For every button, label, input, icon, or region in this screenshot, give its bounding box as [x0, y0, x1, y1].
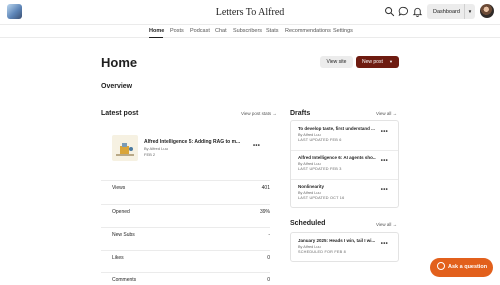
stat-value: 401: [261, 185, 270, 191]
caret-down-icon: ▼: [389, 59, 393, 64]
tab-settings[interactable]: Settings: [333, 28, 353, 34]
tab-chat[interactable]: Chat: [215, 28, 227, 34]
ask-question-button[interactable]: Ask a question: [430, 258, 493, 277]
draft-author: By Alfred Luu: [298, 162, 321, 166]
draft-updated: LAST UPDATED OCT 16: [298, 196, 345, 200]
draft-item[interactable]: To develop taste, first understand ... B…: [291, 122, 398, 150]
search-icon[interactable]: [384, 6, 395, 17]
stat-label: Comments: [112, 277, 137, 283]
drafts-card: To develop taste, first understand ... B…: [290, 120, 399, 208]
scheduled-card: January 2025: Heads I win, tail I wi... …: [290, 232, 399, 262]
page-title: Home: [101, 55, 138, 70]
chat-bubble-icon[interactable]: [398, 6, 409, 17]
more-options-icon[interactable]: •••: [253, 143, 260, 149]
stat-value: 39%: [259, 209, 270, 215]
publication-title[interactable]: Letters To Alfred: [0, 7, 500, 18]
stat-row: Likes 0: [101, 250, 270, 263]
draft-updated: LAST UPDATED FEB 3: [298, 167, 342, 171]
drafts-heading: Drafts: [290, 110, 311, 117]
stat-label: Likes: [112, 255, 124, 261]
view-post-stats-link[interactable]: View post stats →: [241, 111, 277, 116]
view-site-button[interactable]: View site: [320, 56, 353, 68]
draft-title: Nonlinearity: [298, 184, 325, 189]
tab-recommendations[interactable]: Recommendations: [285, 28, 331, 34]
tab-subscribers[interactable]: Subscribers: [233, 28, 262, 34]
active-tab-indicator: [149, 37, 163, 38]
tab-posts[interactable]: Posts: [170, 28, 184, 34]
scheduled-heading: Scheduled: [290, 220, 326, 227]
stat-label: Opened: [112, 209, 130, 215]
ask-question-label: Ask a question: [448, 264, 488, 270]
draft-item[interactable]: Alfred Intelligence 6: AI agents sho... …: [291, 151, 398, 179]
post-thumbnail: [112, 135, 138, 161]
dashboard-label: Dashboard: [433, 8, 460, 15]
bell-icon[interactable]: [412, 6, 423, 17]
draft-updated: LAST UPDATED FEB 6: [298, 138, 342, 142]
scheduled-view-all-link[interactable]: View all →: [376, 222, 397, 227]
latest-post-card[interactable]: Alfred Intelligence 5: Adding RAG to m..…: [112, 135, 270, 165]
more-options-icon[interactable]: •••: [381, 187, 388, 193]
more-options-icon[interactable]: •••: [381, 241, 388, 247]
new-post-button[interactable]: New post ▼: [356, 56, 399, 68]
stat-row: Opened 39%: [101, 204, 270, 217]
stat-row: Views 401: [101, 180, 270, 193]
main-nav: Home Posts Podcast Chat Subscribers Stat…: [0, 24, 500, 38]
post-author: By Alfred Luu: [144, 146, 168, 151]
tab-home[interactable]: Home: [149, 28, 164, 34]
scheduled-title: January 2025: Heads I win, tail I wi...: [298, 238, 376, 243]
caret-down-icon: ▼: [467, 9, 473, 14]
draft-title: Alfred Intelligence 6: AI agents sho...: [298, 155, 376, 160]
new-post-label: New post: [362, 59, 383, 65]
stat-row: Comments 0: [101, 272, 270, 285]
dashboard-dropdown[interactable]: Dashboard ▼: [427, 4, 475, 19]
top-bar: Letters To Alfred Dashboard ▼: [0, 0, 500, 24]
stat-value: -: [268, 232, 270, 238]
stat-value: 0: [267, 277, 270, 283]
post-date: FEB 2: [144, 152, 156, 157]
draft-item[interactable]: Nonlinearity By Alfred Luu LAST UPDATED …: [291, 180, 398, 208]
tab-stats[interactable]: Stats: [266, 28, 279, 34]
scheduled-item[interactable]: January 2025: Heads I win, tail I wi... …: [291, 234, 398, 262]
drafts-view-all-link[interactable]: View all →: [376, 111, 397, 116]
chat-icon: [437, 262, 445, 270]
more-options-icon[interactable]: •••: [381, 129, 388, 135]
stat-row: New Subs -: [101, 227, 270, 240]
overview-heading: Overview: [101, 83, 133, 90]
draft-author: By Alfred Luu: [298, 191, 321, 195]
draft-title: To develop taste, first understand ...: [298, 126, 375, 131]
more-options-icon[interactable]: •••: [381, 158, 388, 164]
latest-post-heading: Latest post: [101, 110, 139, 117]
tab-podcast[interactable]: Podcast: [190, 28, 210, 34]
avatar[interactable]: [480, 4, 494, 18]
stat-value: 0: [267, 255, 270, 261]
post-title[interactable]: Alfred Intelligence 5: Adding RAG to m..…: [144, 139, 249, 145]
stat-label: New Subs: [112, 232, 135, 238]
stat-label: Views: [112, 185, 126, 191]
scheduled-date: SCHEDULED FOR FEB 8: [298, 250, 346, 254]
scheduled-author: By Alfred Luu: [298, 245, 321, 249]
draft-author: By Alfred Luu: [298, 133, 321, 137]
